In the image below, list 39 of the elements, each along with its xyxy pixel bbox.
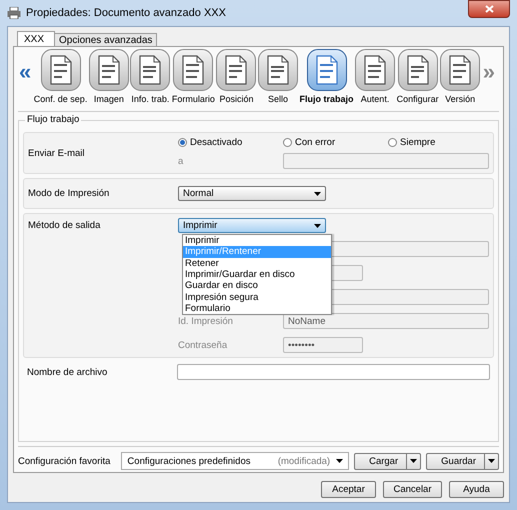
field-label: Id. Impresión [178, 316, 234, 326]
caret-icon [314, 224, 321, 228]
caret-icon [488, 459, 495, 463]
dropdown-option[interactable]: Retener [183, 258, 331, 269]
dropdown-option[interactable]: Guardar en disco [183, 280, 331, 292]
group-title: Flujo trabajo [25, 114, 82, 125]
field-label: a [178, 156, 184, 166]
field-label: Modo de Impresión [28, 188, 110, 199]
radio-option[interactable]: Desactivado [178, 137, 283, 148]
field-label: Configuración favorita [18, 456, 110, 466]
printer-icon [7, 7, 21, 19]
close-icon [484, 5, 494, 13]
dropdown-option[interactable]: Formulario [183, 302, 331, 314]
radio-option[interactable]: Siempre [388, 137, 489, 148]
field-label: Contraseña [178, 340, 228, 350]
dialog-button[interactable]: Aceptar [321, 481, 376, 498]
caret-icon [410, 459, 418, 463]
favorites-dropdown[interactable]: Configuraciones predefinidos (modificada) [121, 452, 350, 470]
dropdown-option[interactable]: Imprimir [183, 235, 331, 246]
print-mode-dropdown[interactable]: Normal [178, 186, 326, 201]
field-label: Enviar E-mail [28, 148, 86, 158]
file-name-field[interactable] [177, 364, 490, 380]
radio-option[interactable]: Con error [283, 137, 388, 148]
caret-icon [336, 459, 344, 463]
dialog-button[interactable]: Cancelar [383, 481, 442, 498]
dropdown-option[interactable]: Imprimir/Guardar en disco [183, 268, 331, 280]
close-button[interactable] [468, 0, 510, 18]
previous-button[interactable]: « [18, 61, 32, 83]
split-button[interactable]: Cargar [354, 452, 422, 470]
split-button[interactable]: Guardar [426, 452, 499, 470]
caret-icon [314, 192, 321, 196]
field-label: Nombre de archivo [27, 366, 108, 378]
dropdown-option[interactable]: Impresión segura [183, 291, 331, 303]
window-title: Propiedades: Documento avanzado XXX [26, 7, 227, 19]
dialog-button[interactable]: Ayuda [449, 481, 504, 498]
field-label: Método de salida [28, 220, 102, 231]
tab[interactable]: XXX [17, 31, 56, 46]
output-method-dropdown[interactable]: Imprimir [178, 218, 326, 233]
tab[interactable]: Opciones avanzadas [54, 33, 158, 46]
